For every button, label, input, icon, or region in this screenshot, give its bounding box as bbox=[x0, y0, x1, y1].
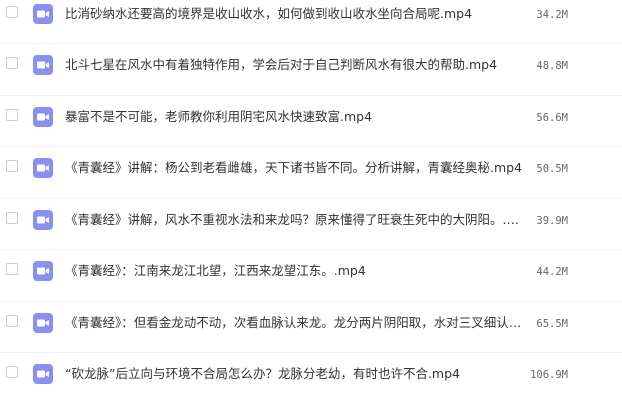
video-file-icon bbox=[33, 312, 53, 333]
file-size: 50.5M bbox=[536, 163, 568, 175]
video-file-icon bbox=[33, 364, 53, 384]
file-row[interactable]: 《青囊经》：江南来龙江北望，江西来龙望江东。.mp4 44.2M bbox=[0, 250, 622, 302]
row-checkbox[interactable] bbox=[6, 160, 18, 172]
file-row[interactable]: 《青囊经》讲解：杨公到老看雌雄，天下诸书皆不同。分析讲解，青囊经奥秘.mp4 5… bbox=[0, 147, 622, 199]
row-checkbox[interactable] bbox=[6, 211, 18, 224]
file-size: 39.9M bbox=[536, 214, 568, 227]
file-name[interactable]: 《青囊经》：但看金龙动不动，次看血脉认来龙。龙分两片阴阳取，水对三叉细认踪… bbox=[65, 315, 525, 331]
video-file-icon bbox=[33, 158, 53, 178]
file-row[interactable]: 暴富不是不可能，老师教你利用阴宅风水快速致富.mp4 56.6M bbox=[0, 96, 622, 147]
file-row[interactable]: “砍龙脉”后立向与环境不合局怎么办？龙脉分老幼，有时也许不合.mp4 106.9… bbox=[0, 353, 622, 405]
file-name[interactable]: 《青囊经》讲解：杨公到老看雌雄，天下诸书皆不同。分析讲解，青囊经奥秘.mp4 bbox=[65, 160, 525, 176]
row-checkbox[interactable] bbox=[6, 57, 18, 69]
video-file-icon bbox=[33, 209, 53, 230]
video-file-icon bbox=[33, 55, 53, 75]
file-size: 106.9M bbox=[530, 369, 568, 381]
file-size: 44.2M bbox=[536, 266, 568, 278]
file-row[interactable]: 比消砂纳水还要高的境界是收山收水，如何做到收山收水坐向合局呢.mp4 34.2M bbox=[0, 0, 622, 44]
file-name[interactable]: “砍龙脉”后立向与环境不合局怎么办？龙脉分老幼，有时也许不合.mp4 bbox=[65, 366, 525, 382]
row-checkbox[interactable] bbox=[6, 108, 18, 121]
row-checkbox[interactable] bbox=[6, 366, 18, 378]
file-row[interactable]: 《青囊经》讲解，风水不重视水法和来龙吗？原来懂得了旺衰生死中的大阴阳。.mp4 … bbox=[0, 199, 622, 250]
video-file-icon bbox=[33, 106, 53, 127]
file-row[interactable]: 北斗七星在风水中有着独特作用，学会后对于自己判断风水有很大的帮助.mp4 48.… bbox=[0, 44, 622, 96]
file-size: 56.6M bbox=[536, 111, 568, 124]
file-name[interactable]: 比消砂纳水还要高的境界是收山收水，如何做到收山收水坐向合局呢.mp4 bbox=[65, 6, 525, 22]
file-size: 34.2M bbox=[536, 9, 568, 21]
file-name[interactable]: 《青囊经》：江南来龙江北望，江西来龙望江东。.mp4 bbox=[65, 263, 525, 279]
video-file-icon bbox=[33, 261, 53, 281]
file-name[interactable]: 《青囊经》讲解，风水不重视水法和来龙吗？原来懂得了旺衰生死中的大阴阳。.mp4 bbox=[65, 212, 525, 228]
row-checkbox[interactable] bbox=[6, 314, 18, 327]
file-name[interactable]: 北斗七星在风水中有着独特作用，学会后对于自己判断风水有很大的帮助.mp4 bbox=[65, 57, 525, 73]
row-checkbox[interactable] bbox=[6, 263, 18, 275]
video-file-icon bbox=[33, 4, 53, 24]
file-size: 48.8M bbox=[536, 60, 568, 72]
file-row[interactable]: 《青囊经》：但看金龙动不动，次看血脉认来龙。龙分两片阴阳取，水对三叉细认踪… 6… bbox=[0, 302, 622, 353]
row-checkbox[interactable] bbox=[6, 6, 18, 18]
file-name[interactable]: 暴富不是不可能，老师教你利用阴宅风水快速致富.mp4 bbox=[65, 109, 525, 125]
file-size: 65.5M bbox=[536, 317, 568, 330]
file-list: 比消砂纳水还要高的境界是收山收水，如何做到收山收水坐向合局呢.mp4 34.2M… bbox=[0, 0, 622, 387]
